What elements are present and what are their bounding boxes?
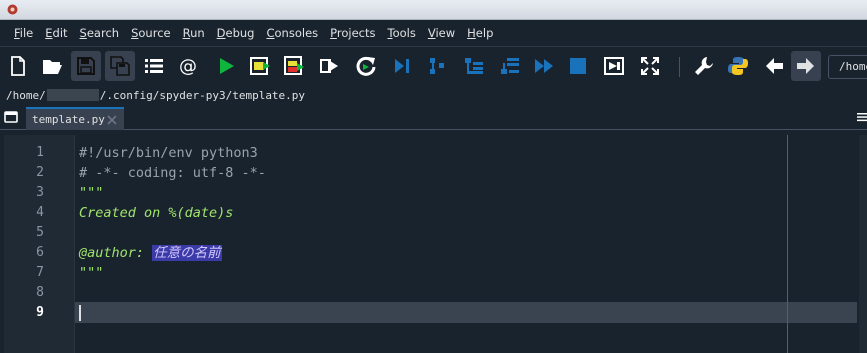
- selected-author-name: 任意の名前: [152, 245, 222, 261]
- debug-button[interactable]: [387, 51, 417, 81]
- menu-view[interactable]: View: [422, 21, 461, 45]
- text-cursor: [79, 305, 81, 321]
- folder-open-icon: [43, 60, 62, 74]
- working-directory-input[interactable]: /home: [828, 55, 867, 79]
- code-line-1: #!/usr/bin/env python3: [79, 145, 258, 161]
- editor-scrollbar[interactable]: [859, 135, 867, 353]
- forward-button[interactable]: [791, 51, 821, 81]
- file-path-suffix: /.config/spyder-py3/template.py: [99, 89, 306, 102]
- line-number: 1: [36, 145, 44, 160]
- rerun-icon: [356, 56, 376, 76]
- stop-icon: [570, 58, 586, 74]
- code-text-area[interactable]: #!/usr/bin/env python3 # -*- coding: utf…: [75, 135, 859, 353]
- debug-continue-button[interactable]: [529, 51, 559, 81]
- toolbar-separator: [679, 57, 680, 77]
- window-titlebar: [0, 0, 867, 20]
- edge-line-marker: [787, 135, 788, 353]
- menu-projects[interactable]: Projects: [324, 21, 381, 45]
- debug-line-icon: [430, 58, 444, 74]
- fullscreen-icon: [641, 57, 659, 75]
- maximize-pane-icon: [604, 57, 624, 75]
- list-button[interactable]: [139, 51, 169, 81]
- debug-step-icon: [395, 59, 409, 73]
- file-path-prefix: /home/: [6, 89, 46, 102]
- tab-label: template.py: [32, 113, 105, 126]
- menu-help[interactable]: Help: [461, 21, 499, 45]
- save-all-button[interactable]: [105, 51, 135, 81]
- code-line-7: """: [79, 265, 104, 281]
- menu-bar: File Edit Search Source Run Debug Consol…: [0, 21, 867, 45]
- fullscreen-button[interactable]: [635, 51, 665, 81]
- maximize-pane-button[interactable]: [599, 51, 629, 81]
- line-number: 8: [36, 285, 44, 300]
- svg-text:@: @: [179, 56, 197, 77]
- line-number: 4: [36, 205, 44, 220]
- line-number: 3: [36, 185, 44, 200]
- new-file-icon: [11, 56, 25, 76]
- python-path-button[interactable]: [723, 51, 753, 81]
- close-icon[interactable]: [106, 114, 118, 126]
- menu-source[interactable]: Source: [125, 21, 177, 45]
- code-line-2: # -*- coding: utf-8 -*-: [79, 165, 266, 181]
- save-icon: [77, 57, 95, 75]
- menu-file[interactable]: File: [8, 21, 39, 45]
- options-menu-icon[interactable]: [857, 112, 867, 122]
- debug-step-return-button[interactable]: [495, 51, 525, 81]
- run-cell-advance-button[interactable]: [279, 51, 309, 81]
- menu-debug[interactable]: Debug: [211, 21, 261, 45]
- line-number: 6: [36, 245, 44, 260]
- tab-template-py[interactable]: template.py: [26, 107, 124, 130]
- file-path-label: /home/ /.config/spyder-py3/template.py: [0, 87, 867, 105]
- arrow-right-icon: [797, 58, 814, 74]
- code-line-4: Created on %(date)s: [79, 205, 234, 221]
- debug-step-into-button[interactable]: [459, 51, 489, 81]
- step-into-icon: [465, 58, 483, 74]
- wrench-icon: [695, 57, 713, 75]
- browse-tabs-icon[interactable]: [4, 111, 18, 123]
- redacted-username: [46, 89, 99, 101]
- preferences-button[interactable]: [689, 51, 719, 81]
- new-file-button[interactable]: [3, 51, 33, 81]
- open-file-button[interactable]: [37, 51, 67, 81]
- run-button[interactable]: [211, 51, 241, 81]
- run-cell-icon: [250, 57, 270, 75]
- main-toolbar: @ /hom: [0, 46, 867, 86]
- spyder-app-icon: [7, 4, 18, 15]
- line-number: 7: [36, 265, 44, 280]
- code-line-3: """: [79, 185, 104, 201]
- menu-consoles[interactable]: Consoles: [260, 21, 324, 45]
- run-selection-button[interactable]: [313, 51, 343, 81]
- python-icon: [728, 57, 748, 75]
- run-cell-button[interactable]: [245, 51, 275, 81]
- play-icon: [220, 58, 234, 74]
- step-return-icon: [501, 58, 519, 74]
- debug-current-line-button[interactable]: [423, 51, 453, 81]
- save-all-icon: [110, 56, 130, 76]
- arrow-left-icon: [766, 58, 783, 74]
- run-selection-icon: [320, 59, 338, 73]
- line-number: 2: [36, 165, 44, 180]
- list-icon: [145, 59, 163, 73]
- editor-tab-bar: template.py: [0, 105, 867, 130]
- menu-run[interactable]: Run: [177, 21, 211, 45]
- author-label: @author:: [79, 245, 153, 261]
- save-file-button[interactable]: [71, 51, 101, 81]
- debug-stop-button[interactable]: [563, 51, 593, 81]
- rerun-button[interactable]: [351, 51, 381, 81]
- code-editor[interactable]: 1 2 3 4 5 6 7 8 9 #!/usr/bin/env python3…: [0, 131, 867, 353]
- current-line-highlight: [75, 302, 857, 323]
- at-icon: @: [179, 56, 197, 77]
- line-number: 5: [36, 225, 44, 240]
- menu-edit[interactable]: Edit: [39, 21, 73, 45]
- line-number-gutter: 1 2 3 4 5 6 7 8 9: [4, 135, 75, 353]
- at-button[interactable]: @: [173, 51, 203, 81]
- menu-search[interactable]: Search: [74, 21, 126, 45]
- menu-tools[interactable]: Tools: [381, 21, 421, 45]
- fast-forward-icon: [535, 59, 553, 73]
- code-line-6: @author: 任意の名前: [79, 243, 222, 263]
- run-cell-advance-icon: [284, 56, 304, 75]
- current-line-number: 9: [36, 305, 44, 320]
- back-button[interactable]: [759, 51, 789, 81]
